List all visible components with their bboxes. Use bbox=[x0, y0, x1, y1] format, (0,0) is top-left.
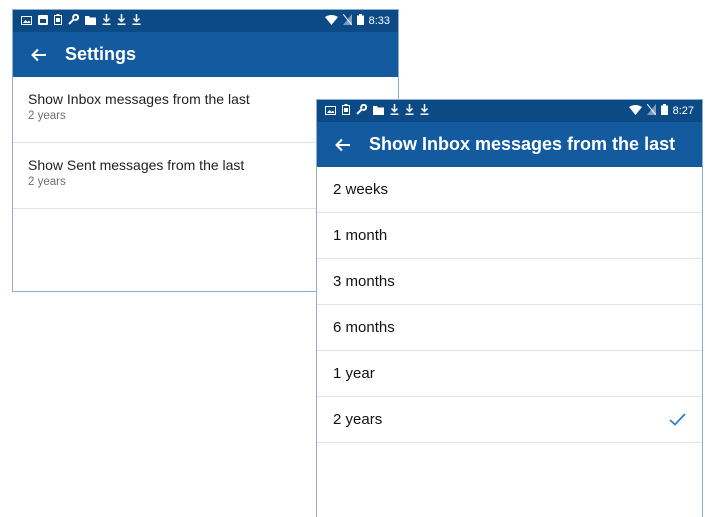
option-label: 1 year bbox=[333, 365, 375, 382]
folder-icon bbox=[373, 102, 384, 120]
back-button[interactable] bbox=[13, 48, 65, 62]
battery-saver-icon bbox=[54, 12, 62, 30]
download-icon bbox=[420, 102, 429, 120]
picture-icon bbox=[325, 102, 336, 120]
option-label: 3 months bbox=[333, 273, 395, 290]
page-title: Settings bbox=[65, 44, 137, 64]
wifi-icon bbox=[324, 12, 338, 30]
status-time: 8:27 bbox=[672, 105, 694, 117]
option-1-month[interactable]: 1 month bbox=[317, 213, 702, 259]
wrench-icon bbox=[356, 102, 368, 120]
inbox-period-screen: 8:27 Show Inbox messages from the last 2… bbox=[316, 99, 703, 517]
back-button[interactable] bbox=[317, 138, 369, 152]
folder-icon bbox=[85, 12, 96, 30]
option-1-year[interactable]: 1 year bbox=[317, 351, 702, 397]
option-6-months[interactable]: 6 months bbox=[317, 305, 702, 351]
battery-icon bbox=[660, 102, 668, 120]
arrow-left-icon bbox=[31, 48, 46, 61]
status-bar: 8:33 bbox=[13, 10, 398, 32]
status-time: 8:33 bbox=[368, 15, 390, 27]
download-icon bbox=[405, 102, 414, 120]
download-icon bbox=[117, 12, 126, 30]
picture-icon bbox=[21, 12, 32, 30]
app-toolbar: Settings bbox=[13, 32, 398, 77]
option-label: 6 months bbox=[333, 319, 395, 336]
wifi-icon bbox=[628, 102, 642, 120]
option-3-months[interactable]: 3 months bbox=[317, 259, 702, 305]
app-toolbar: Show Inbox messages from the last bbox=[317, 122, 702, 167]
option-2-years[interactable]: 2 years bbox=[317, 397, 702, 443]
battery-saver-icon bbox=[342, 102, 350, 120]
no-sim-icon bbox=[646, 102, 656, 120]
battery-icon bbox=[356, 12, 364, 30]
checkmark-icon bbox=[669, 413, 686, 426]
option-2-weeks[interactable]: 2 weeks bbox=[317, 167, 702, 213]
option-label: 2 weeks bbox=[333, 181, 389, 198]
download-icon bbox=[390, 102, 399, 120]
wrench-icon bbox=[68, 12, 80, 30]
arrow-left-icon bbox=[335, 138, 350, 151]
option-label: 1 month bbox=[333, 227, 388, 244]
download-icon bbox=[132, 12, 141, 30]
page-title: Show Inbox messages from the last bbox=[369, 134, 676, 154]
download-icon bbox=[102, 12, 111, 30]
status-bar: 8:27 bbox=[317, 100, 702, 122]
no-sim-icon bbox=[342, 12, 352, 30]
sim-icon bbox=[38, 12, 48, 30]
option-label: 2 years bbox=[333, 411, 383, 428]
